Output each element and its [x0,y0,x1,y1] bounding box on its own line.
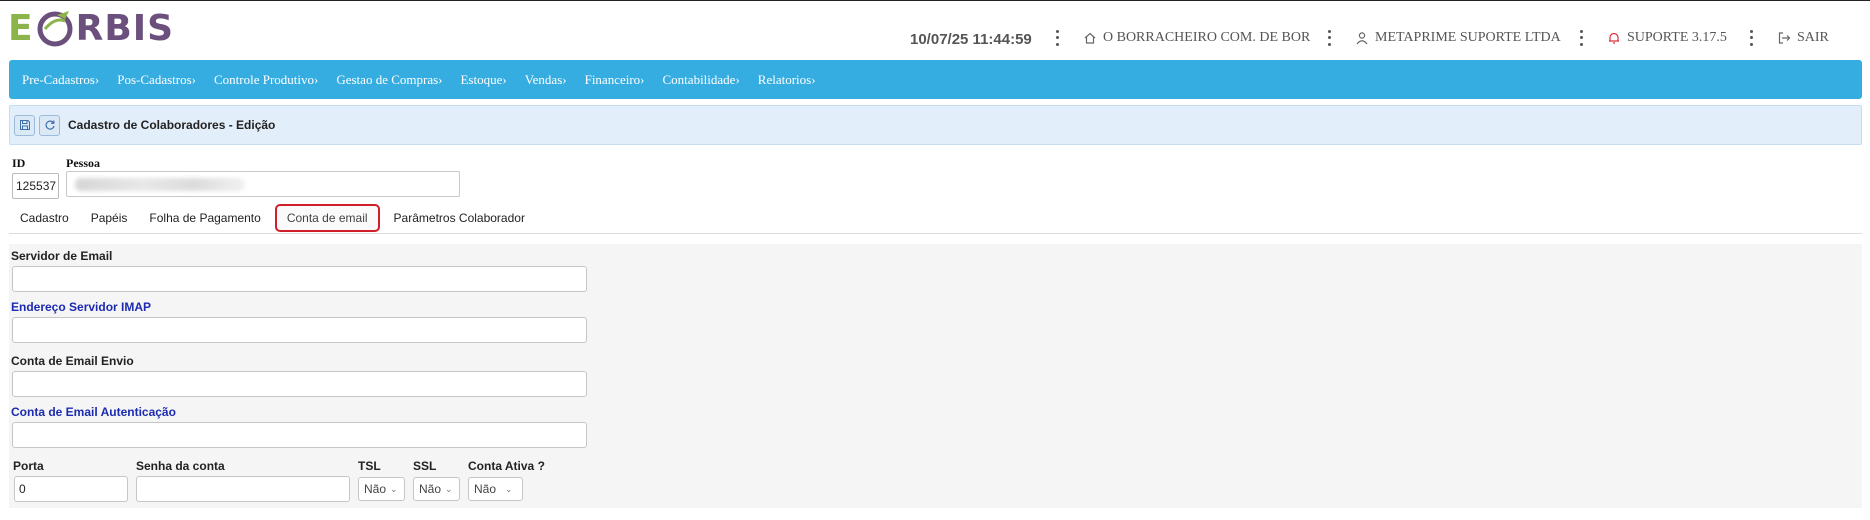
home-icon [1084,32,1096,44]
globe-icon [35,9,75,47]
servidor-input[interactable] [12,266,587,292]
page-title: Cadastro de Colaboradores - Edição [68,118,276,132]
nav-item-gestao-de-compras[interactable]: Gestao de Compras› [336,72,442,88]
tsl-label: TSL [358,459,381,473]
senha-input[interactable] [136,476,350,502]
ssl-select[interactable]: Não ⌄ [413,477,460,501]
support-version: SUPORTE 3.17.5 [1627,30,1727,45]
tab-conta-de-email[interactable]: Conta de email [274,204,380,232]
imap-input[interactable] [12,317,587,343]
main-nav: Pre-Cadastros› Pos-Cadastros› Controle P… [9,60,1862,99]
senha-label: Senha da conta [136,459,225,473]
ativa-value: Não [474,482,497,496]
nav-item-contabilidade[interactable]: Contabilidade› [663,72,740,88]
auth-label: Conta de Email Autenticação [11,405,176,419]
nav-item-estoque[interactable]: Estoque› [460,72,506,88]
envio-label: Conta de Email Envio [11,354,134,368]
tab-cadastro[interactable]: Cadastro [9,204,80,232]
ativa-select[interactable]: Não ⌄ [468,477,523,501]
user-name: METAPRIME SUPORTE LTDA [1375,30,1561,45]
page-title-bar: Cadastro de Colaboradores - Edição [9,105,1862,145]
pessoa-field[interactable] [66,171,460,197]
chevron-down-icon: ⌄ [505,483,513,494]
id-label: ID [12,156,26,170]
user-icon [1356,32,1368,45]
tab-folha-de-pagamento[interactable]: Folha de Pagamento [138,204,271,232]
redacted-name [75,178,245,191]
id-field[interactable]: 125537 [12,173,59,199]
logo-letter-e: E [8,7,34,49]
save-icon [19,120,30,130]
refresh-icon [45,120,55,130]
kebab-menu-icon[interactable] [1054,28,1060,48]
kebab-menu-icon[interactable] [1748,28,1754,48]
id-value: 125537 [16,179,57,193]
nav-item-vendas[interactable]: Vendas› [525,72,567,88]
tab-papeis[interactable]: Papéis [80,204,139,232]
tsl-value: Não [364,482,387,496]
chevron-down-icon: ⌄ [445,483,453,494]
datetime-display: 10/07/25 11:44:59 [910,30,1032,48]
nav-item-financeiro[interactable]: Financeiro› [585,72,645,88]
servidor-label: Servidor de Email [11,249,113,263]
refresh-button[interactable] [39,114,60,136]
company-selector[interactable]: O BORRACHEIRO COM. DE BOR [1083,28,1310,48]
support-menu[interactable]: SUPORTE 3.17.5 [1607,28,1727,48]
kebab-menu-icon[interactable] [1578,28,1584,48]
kebab-menu-icon[interactable] [1326,28,1332,48]
pessoa-label: Pessoa [66,156,100,170]
ssl-value: Não [419,482,442,496]
company-name: O BORRACHEIRO COM. DE BOR [1103,30,1311,45]
logout-icon [1778,32,1791,44]
bell-icon [1609,32,1619,44]
porta-value: 0 [19,482,26,496]
nav-item-pre-cadastros[interactable]: Pre-Cadastros› [22,72,99,88]
auth-input[interactable] [12,422,587,448]
nav-item-relatorios[interactable]: Relatorios› [758,72,816,88]
eorbis-logo: E RBIS [8,6,174,50]
tabs-divider [9,233,1862,234]
email-form-panel: Servidor de Email Endereço Servidor IMAP… [9,244,1862,508]
tab-bar: Cadastro Papéis Folha de Pagamento Conta… [9,203,536,233]
save-button[interactable] [14,114,35,136]
porta-label: Porta [13,459,44,473]
tsl-select[interactable]: Não ⌄ [358,477,405,501]
chevron-down-icon: ⌄ [390,483,398,494]
logout-label: SAIR [1797,30,1829,45]
ssl-label: SSL [413,459,437,473]
tab-parametros-colaborador[interactable]: Parâmetros Colaborador [383,204,536,232]
window-top-border [0,0,1870,1]
user-menu[interactable]: METAPRIME SUPORTE LTDA [1355,28,1561,48]
ativa-label: Conta Ativa ? [468,459,545,473]
logout-button[interactable]: SAIR [1777,28,1829,48]
porta-input[interactable]: 0 [14,476,128,502]
imap-label: Endereço Servidor IMAP [11,300,152,314]
envio-input[interactable] [12,371,587,397]
nav-item-pos-cadastros[interactable]: Pos-Cadastros› [117,72,196,88]
nav-item-controle-produtivo[interactable]: Controle Produtivo› [214,72,318,88]
logo-text: RBIS [75,7,175,49]
